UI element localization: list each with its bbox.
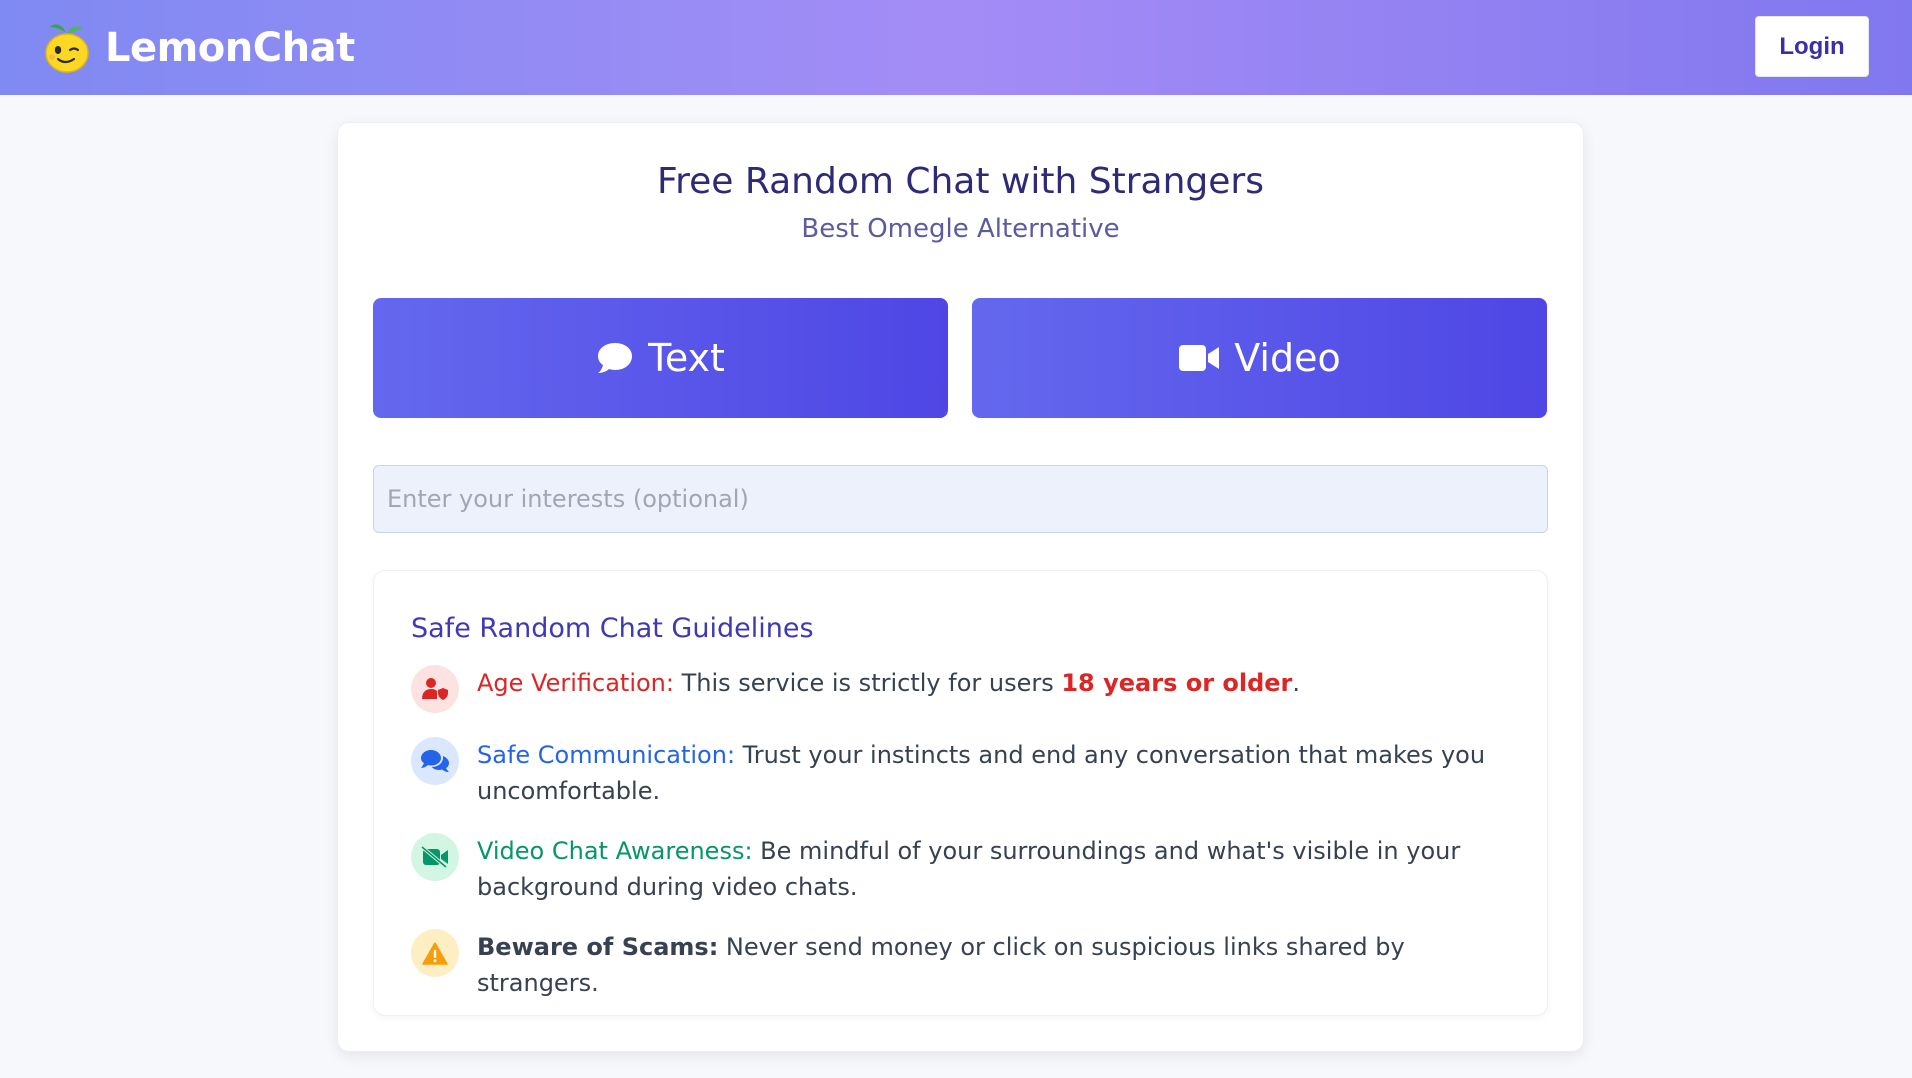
guideline-safe-communication: Safe Communication: Trust your instincts… [411, 737, 1491, 809]
guideline-age-text: Age Verification: This service is strict… [477, 665, 1300, 713]
brand[interactable]: LemonChat [43, 21, 355, 75]
warning-icon [411, 929, 459, 977]
guideline-age-label: Age Verification: [477, 669, 674, 697]
text-chat-button[interactable]: Text [373, 298, 948, 418]
video-slash-icon [411, 833, 459, 881]
guidelines-title: Safe Random Chat Guidelines [411, 613, 814, 644]
guideline-scams: Beware of Scams: Never send money or cli… [411, 929, 1491, 1001]
guideline-age-end: . [1292, 669, 1301, 697]
comment-icon [598, 343, 633, 373]
guidelines-panel: Safe Random Chat Guidelines Age Verifica… [373, 570, 1548, 1016]
guideline-communication-label: Safe Communication: [477, 741, 736, 769]
guideline-video-text: Video Chat Awareness: Be mindful of your… [477, 833, 1491, 905]
user-shield-icon [411, 665, 459, 713]
page-subtitle: Best Omegle Alternative [801, 214, 1120, 244]
interests-input[interactable] [373, 465, 1548, 533]
guideline-age-verification: Age Verification: This service is strict… [411, 665, 1491, 713]
guideline-video-awareness: Video Chat Awareness: Be mindful of your… [411, 833, 1491, 905]
top-navbar: LemonChat Login [0, 0, 1912, 95]
login-button[interactable]: Login [1755, 16, 1869, 77]
guideline-age-body: This service is strictly for users [673, 669, 1062, 697]
brand-name: LemonChat [105, 24, 355, 71]
guideline-scams-text: Beware of Scams: Never send money or cli… [477, 929, 1491, 1001]
guideline-scams-label: Beware of Scams: [477, 933, 719, 961]
page-title: Free Random Chat with Strangers [657, 161, 1264, 202]
guideline-video-label: Video Chat Awareness: [477, 837, 753, 865]
video-chat-label: Video [1234, 336, 1341, 380]
video-camera-icon [1179, 345, 1220, 371]
video-chat-button[interactable]: Video [972, 298, 1547, 418]
main-card: Free Random Chat with Strangers Best Ome… [337, 122, 1584, 1052]
comments-icon [411, 737, 459, 785]
age-requirement-emphasis: 18 years or older [1061, 669, 1293, 697]
guideline-communication-text: Safe Communication: Trust your instincts… [477, 737, 1491, 809]
text-chat-label: Text [648, 336, 725, 380]
lemon-logo-icon [45, 23, 89, 73]
